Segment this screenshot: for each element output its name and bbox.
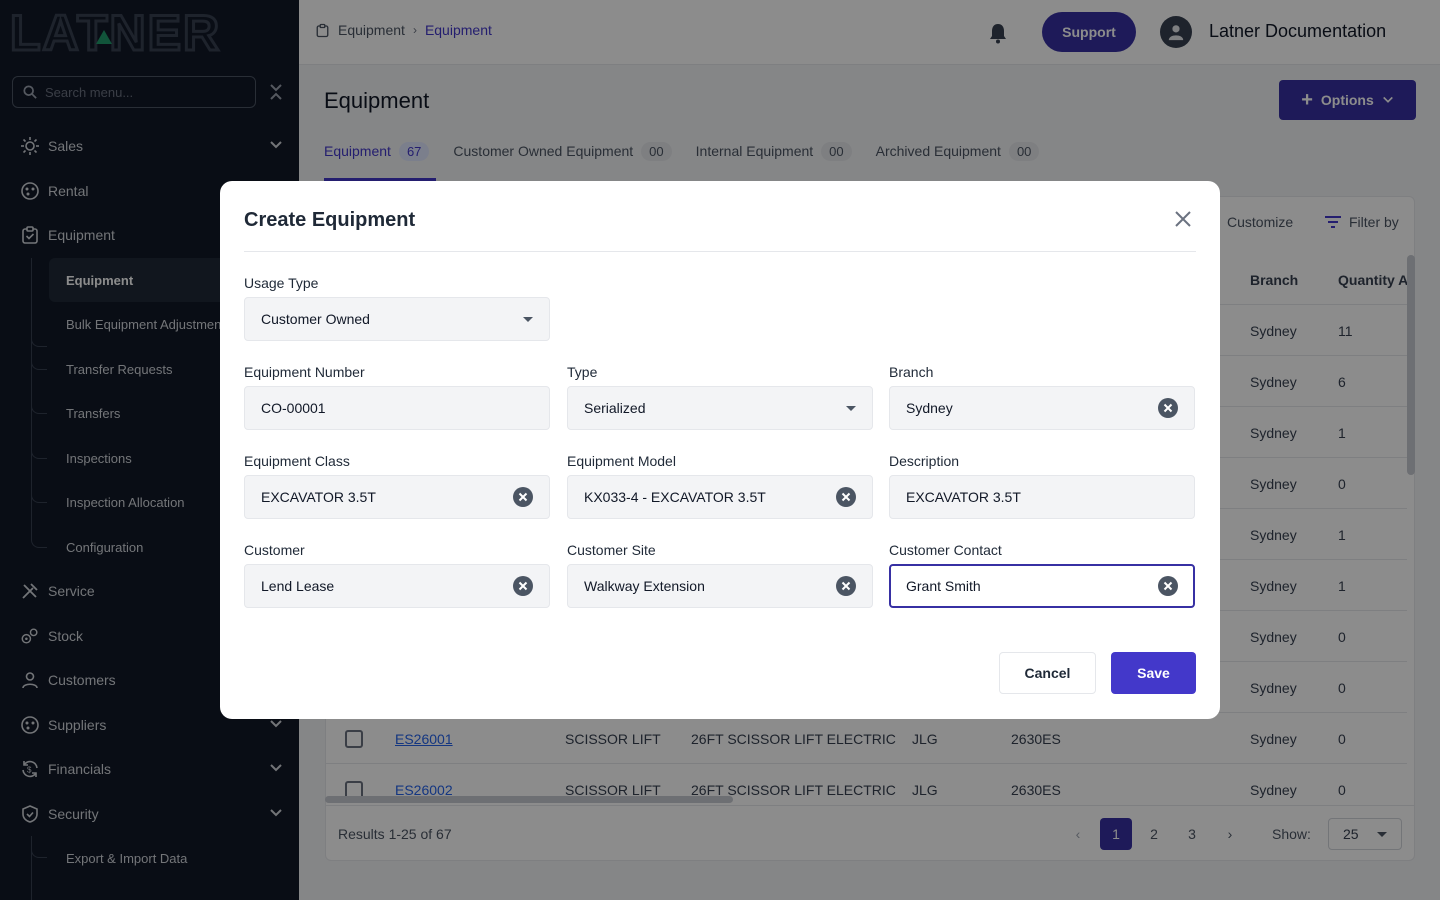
type-value[interactable]	[568, 400, 818, 416]
description-field[interactable]	[889, 475, 1195, 519]
customer-contact-field[interactable]	[889, 564, 1195, 608]
create-equipment-dialog: Create Equipment Usage Type Equipment Nu…	[220, 181, 1220, 719]
dialog-title: Create Equipment	[244, 209, 416, 231]
customer-site-label: Customer Site	[567, 542, 656, 558]
clear-icon[interactable]	[836, 576, 856, 596]
equipment-class-field[interactable]	[244, 475, 550, 519]
divider	[244, 251, 1196, 252]
close-icon	[1175, 210, 1191, 227]
branch-label: Branch	[889, 364, 934, 380]
equipment-number-input[interactable]	[245, 400, 495, 416]
equipment-model-label: Equipment Model	[567, 453, 676, 469]
customer-field[interactable]	[244, 564, 550, 608]
description-input[interactable]	[890, 489, 1140, 505]
customer-contact-label: Customer Contact	[889, 542, 1002, 558]
clear-icon[interactable]	[513, 576, 533, 596]
clear-icon[interactable]	[1158, 576, 1178, 596]
equipment-number-label: Equipment Number	[244, 364, 365, 380]
cancel-button[interactable]: Cancel	[999, 652, 1096, 694]
clear-icon[interactable]	[1158, 398, 1178, 418]
branch-input[interactable]	[890, 400, 1140, 416]
equipment-model-field[interactable]	[567, 475, 873, 519]
equipment-class-input[interactable]	[245, 489, 495, 505]
customer-site-field[interactable]	[567, 564, 873, 608]
usage-type-label: Usage Type	[244, 275, 319, 291]
save-button[interactable]: Save	[1111, 652, 1196, 694]
equipment-class-label: Equipment Class	[244, 453, 350, 469]
customer-contact-input[interactable]	[891, 578, 1141, 594]
usage-type-select[interactable]	[244, 297, 550, 341]
branch-field[interactable]	[889, 386, 1195, 430]
clear-icon[interactable]	[513, 487, 533, 507]
customer-input[interactable]	[245, 578, 495, 594]
equipment-number-field[interactable]	[244, 386, 550, 430]
type-select[interactable]	[567, 386, 873, 430]
description-label: Description	[889, 453, 960, 469]
equipment-model-input[interactable]	[568, 489, 818, 505]
usage-type-value[interactable]	[245, 311, 495, 327]
clear-icon[interactable]	[836, 487, 856, 507]
customer-site-input[interactable]	[568, 578, 818, 594]
close-button[interactable]	[1172, 209, 1194, 231]
caret-down-icon	[846, 406, 856, 411]
type-label: Type	[567, 364, 598, 380]
customer-label: Customer	[244, 542, 305, 558]
caret-down-icon	[523, 317, 533, 322]
